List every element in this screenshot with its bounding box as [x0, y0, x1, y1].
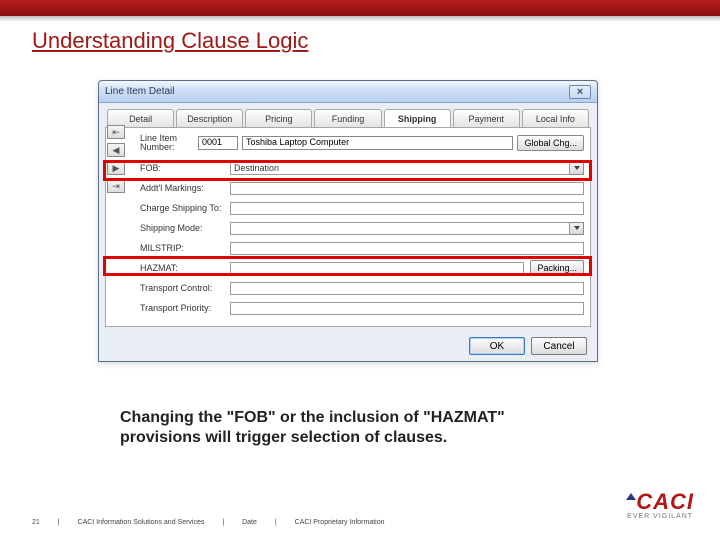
- field-input[interactable]: Destination: [230, 162, 570, 175]
- field-label: Shipping Mode:: [140, 223, 230, 233]
- field-row-transport-priority: Transport Priority:: [112, 298, 584, 318]
- field-row-hazmat: HAZMAT: Packing...: [112, 258, 584, 278]
- tab-description[interactable]: Description: [176, 109, 243, 127]
- field-row-shipping-mode: Shipping Mode:: [112, 218, 584, 238]
- field-label: MILSTRIP:: [140, 243, 230, 253]
- tab-funding[interactable]: Funding: [314, 109, 381, 127]
- dialog-actions: OK Cancel: [105, 337, 591, 355]
- field-input[interactable]: [230, 222, 570, 235]
- nav-first-icon[interactable]: ⇤: [107, 125, 125, 139]
- dialog-body: DetailDescriptionPricingFundingShippingP…: [99, 103, 597, 361]
- dialog-titlebar: Line Item Detail ×: [99, 81, 597, 103]
- field-label: Charge Shipping To:: [140, 203, 230, 213]
- footer-classification: CACI Proprietary Information: [295, 519, 385, 526]
- packing-button[interactable]: Packing...: [530, 260, 584, 276]
- tab-panel-shipping: ⇤ ◀ ▶ ⇥ Line Item Number: 0001 Toshiba L…: [105, 127, 591, 327]
- field-input[interactable]: [230, 282, 584, 295]
- chevron-down-icon[interactable]: [570, 222, 584, 235]
- line-item-desc-field[interactable]: Toshiba Laptop Computer: [242, 136, 513, 150]
- field-label: Transport Priority:: [140, 303, 230, 313]
- field-label: FOB:: [140, 163, 230, 173]
- cancel-button[interactable]: Cancel: [531, 337, 587, 355]
- field-grid: FOB:DestinationAddt'l Markings:Charge Sh…: [112, 158, 584, 318]
- field-input[interactable]: [230, 182, 584, 195]
- line-item-row: Line Item Number: 0001 Toshiba Laptop Co…: [140, 134, 584, 152]
- field-row-charge-shipping-to: Charge Shipping To:: [112, 198, 584, 218]
- slide-footer: 21 | CACI Information Solutions and Serv…: [24, 519, 393, 526]
- tab-payment[interactable]: Payment: [453, 109, 520, 127]
- slide-caption: Changing the "FOB" or the inclusion of "…: [120, 408, 580, 448]
- close-icon[interactable]: ×: [569, 85, 591, 99]
- logo-star-icon: [626, 493, 636, 500]
- brand-shadow: [0, 16, 720, 22]
- field-row-fob: FOB:Destination: [112, 158, 584, 178]
- chevron-down-icon[interactable]: [570, 162, 584, 175]
- footer-org: CACI Information Solutions and Services: [78, 519, 205, 526]
- line-item-detail-dialog: Line Item Detail × DetailDescriptionPric…: [98, 80, 598, 362]
- field-row-transport-control: Transport Control:: [112, 278, 584, 298]
- caci-logo: CACI EVER VIGILANT: [626, 489, 694, 520]
- ok-button[interactable]: OK: [469, 337, 525, 355]
- slide-title: Understanding Clause Logic: [32, 28, 308, 54]
- line-item-number-field[interactable]: 0001: [198, 136, 238, 150]
- field-input[interactable]: [230, 202, 584, 215]
- field-row-milstrip: MILSTRIP:: [112, 238, 584, 258]
- tab-local-info[interactable]: Local Info: [522, 109, 589, 127]
- brand-top-bar: [0, 0, 720, 16]
- field-label: Transport Control:: [140, 283, 230, 293]
- footer-date: Date: [242, 519, 257, 526]
- field-label: HAZMAT:: [140, 263, 230, 273]
- page-number: 21: [32, 519, 40, 526]
- field-input[interactable]: [230, 242, 584, 255]
- global-change-button[interactable]: Global Chg...: [517, 135, 584, 151]
- line-item-number-label: Line Item Number:: [140, 134, 194, 152]
- tab-pricing[interactable]: Pricing: [245, 109, 312, 127]
- dialog-title: Line Item Detail: [105, 86, 174, 97]
- field-input[interactable]: [230, 302, 584, 315]
- tab-strip: DetailDescriptionPricingFundingShippingP…: [107, 109, 589, 127]
- field-input[interactable]: [230, 262, 524, 275]
- nav-prev-icon[interactable]: ◀: [107, 143, 125, 157]
- tab-shipping[interactable]: Shipping: [384, 109, 451, 127]
- field-label: Addt'l Markings:: [140, 183, 230, 193]
- field-row-addtl-markings: Addt'l Markings:: [112, 178, 584, 198]
